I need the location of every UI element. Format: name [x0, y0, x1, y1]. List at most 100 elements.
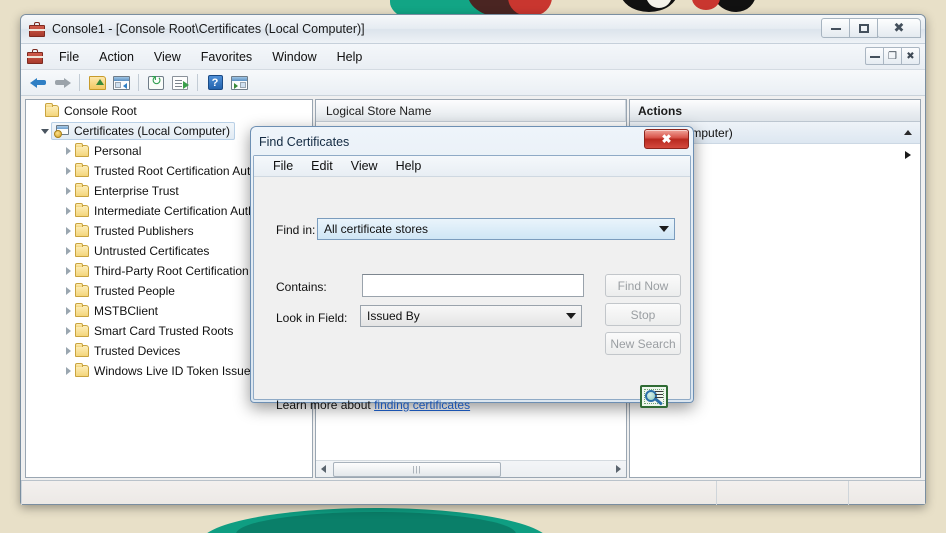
help-glyph: ? — [207, 75, 223, 90]
find-in-select[interactable]: All certificate stores — [317, 218, 675, 240]
tree-node-label: Trusted People — [94, 284, 175, 298]
scroll-left-icon[interactable] — [316, 462, 331, 477]
chevron-right-icon[interactable] — [62, 222, 75, 240]
up-one-level-icon[interactable] — [86, 72, 108, 93]
toolbar-separator — [79, 74, 80, 91]
menu-item-window[interactable]: Window — [262, 47, 326, 67]
chevron-right-icon[interactable] — [62, 142, 75, 160]
window-title: Console1 - [Console Root\Certificates (L… — [52, 22, 365, 36]
tree-node-label: Untrusted Certificates — [94, 244, 210, 258]
folder-icon — [75, 263, 89, 277]
learn-more-text: Learn more about finding certificates — [276, 398, 470, 412]
export-list-icon[interactable] — [169, 72, 191, 93]
mdi-restore-button[interactable]: ❐ — [883, 47, 902, 65]
menu-bar: File Action View Favorites Window Help ❐… — [21, 44, 925, 70]
chevron-right-icon[interactable] — [62, 242, 75, 260]
chevron-right-icon[interactable] — [62, 182, 75, 200]
dialog-menu-item-view[interactable]: View — [342, 157, 387, 175]
mmc-console-icon — [29, 21, 45, 37]
chevron-right-icon[interactable] — [62, 262, 75, 280]
chevron-up-icon[interactable] — [904, 130, 912, 135]
toolbar-separator — [138, 74, 139, 91]
finding-certificates-link[interactable]: finding certificates — [374, 398, 470, 412]
twisty-placeholder — [32, 102, 45, 120]
scrollbar-thumb[interactable]: ||| — [333, 461, 501, 477]
stop-button[interactable]: Stop — [605, 303, 681, 326]
folder-icon — [75, 183, 89, 197]
chevron-down-icon[interactable] — [38, 122, 51, 140]
folder-icon — [75, 343, 89, 357]
tree-node-console-root[interactable]: Console Root — [26, 101, 312, 121]
chevron-right-icon[interactable] — [905, 151, 911, 159]
status-segment-3 — [848, 480, 925, 505]
new-search-button[interactable]: New Search — [605, 332, 681, 355]
look-in-field-select[interactable]: Issued By — [360, 305, 582, 327]
close-button[interactable]: ✖ — [877, 18, 921, 38]
folder-icon — [75, 323, 89, 337]
folder-icon — [75, 243, 89, 257]
chevron-right-icon[interactable] — [62, 162, 75, 180]
mdi-minimize-button[interactable] — [865, 47, 884, 65]
find-in-label: Find in: — [276, 223, 316, 237]
find-now-button[interactable]: Find Now — [605, 274, 681, 297]
find-certificates-dialog: Find Certificates ✖ File Edit View Help … — [250, 126, 694, 412]
list-column-header: Logical Store Name — [316, 99, 626, 122]
learn-more-prefix: Learn more about — [276, 398, 375, 412]
horizontal-scrollbar[interactable]: ||| — [316, 460, 626, 477]
tree-node-label: Certificates (Local Computer) — [74, 124, 231, 138]
forward-icon[interactable] — [51, 72, 73, 93]
back-icon[interactable] — [27, 72, 49, 93]
folder-icon — [75, 143, 89, 157]
show-hide-console-tree-icon[interactable] — [110, 72, 132, 93]
contains-input[interactable] — [362, 274, 584, 297]
contains-label: Contains: — [276, 280, 327, 294]
menu-item-view[interactable]: View — [144, 47, 191, 67]
toolbar-separator — [197, 74, 198, 91]
dialog-close-button[interactable]: ✖ — [644, 129, 689, 149]
wallpaper-shape-red-2 — [692, 0, 720, 10]
dialog-menu-bar: File Edit View Help — [254, 156, 690, 177]
chevron-right-icon[interactable] — [62, 282, 75, 300]
menu-item-action[interactable]: Action — [89, 47, 144, 67]
title-bar[interactable]: Console1 - [Console Root\Certificates (L… — [21, 15, 925, 44]
maximize-button[interactable] — [849, 18, 878, 38]
dialog-menu-item-help[interactable]: Help — [387, 157, 431, 175]
find-in-value: All certificate stores — [324, 222, 429, 236]
dialog-title-bar[interactable]: Find Certificates ✖ — [253, 129, 691, 155]
tree-node-label: Trusted Publishers — [94, 224, 194, 238]
folder-icon — [75, 223, 89, 237]
look-in-field-label: Look in Field: — [276, 311, 348, 325]
dialog-menu-item-file[interactable]: File — [264, 157, 302, 175]
actions-pane-header: Actions — [630, 100, 920, 122]
minimize-button[interactable] — [821, 18, 850, 38]
refresh-icon[interactable] — [145, 72, 167, 93]
status-bar — [21, 480, 925, 505]
chevron-down-icon[interactable] — [655, 220, 673, 238]
menu-item-help[interactable]: Help — [327, 47, 373, 67]
chevron-right-icon[interactable] — [62, 362, 75, 380]
column-logical-store-name[interactable]: Logical Store Name — [316, 99, 626, 122]
dialog-content: Find in: All certificate stores Contains… — [254, 177, 690, 412]
toolbar: ? — [21, 70, 925, 96]
scroll-right-icon[interactable] — [611, 462, 626, 477]
mdi-child-controls: ❐ ✖ — [865, 47, 920, 65]
help-icon[interactable]: ? — [204, 72, 226, 93]
menu-item-file[interactable]: File — [49, 47, 89, 67]
folder-icon — [75, 303, 89, 317]
tree-node-label: Console Root — [64, 104, 137, 118]
mdi-close-button[interactable]: ✖ — [901, 47, 920, 65]
chevron-right-icon[interactable] — [62, 322, 75, 340]
chevron-right-icon[interactable] — [62, 342, 75, 360]
folder-icon — [75, 203, 89, 217]
show-hide-action-pane-icon[interactable] — [228, 72, 250, 93]
tree-node-label: Trusted Devices — [94, 344, 181, 358]
status-segment-2 — [716, 480, 848, 505]
menu-item-favorites[interactable]: Favorites — [191, 47, 262, 67]
dialog-body: File Edit View Help Find in: All certifi… — [253, 155, 691, 412]
chevron-down-icon[interactable] — [562, 307, 580, 325]
dialog-menu-item-edit[interactable]: Edit — [302, 157, 342, 175]
tree-node-label: Windows Live ID Token Issuer — [94, 364, 255, 378]
chevron-right-icon[interactable] — [62, 302, 75, 320]
tree-node-label: MSTBClient — [94, 304, 159, 318]
chevron-right-icon[interactable] — [62, 202, 75, 220]
